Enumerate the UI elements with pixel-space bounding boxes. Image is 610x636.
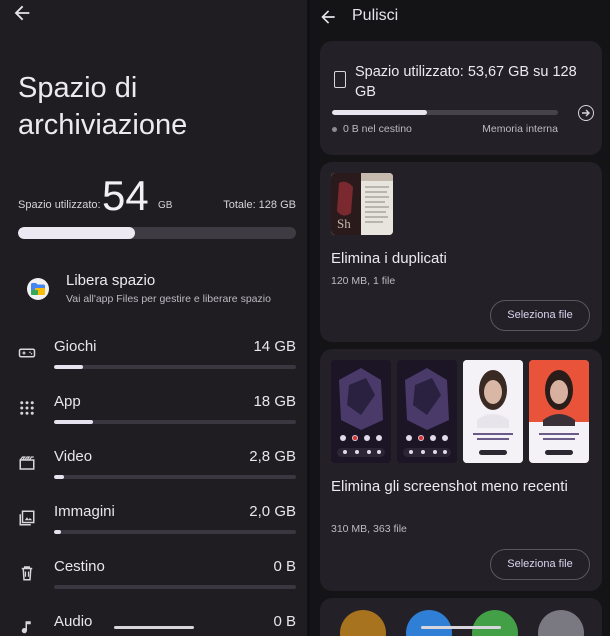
storage-usage-fill	[332, 110, 427, 115]
category-size: 0 B	[273, 558, 296, 575]
category-video[interactable]: Video 2,8 GB	[18, 448, 296, 488]
old-screenshots-card: Elimina gli screenshot meno recenti 310 …	[320, 349, 602, 591]
category-bar	[54, 585, 296, 589]
duplicates-meta: 120 MB, 1 file	[331, 275, 396, 287]
page-title: Spazio di archiviazione	[18, 72, 188, 141]
free-space-subtitle: Vai all'app Files per gestire e liberare…	[66, 293, 271, 305]
category-bar-fill	[54, 475, 64, 479]
used-space-summary: Spazio utilizzato: 54 GB Totale: 128 GB	[18, 172, 296, 219]
video-icon	[19, 456, 35, 470]
gesture-nav-bar	[114, 626, 194, 629]
storage-usage-bar	[332, 110, 558, 115]
category-size: 18 GB	[253, 393, 296, 410]
arrow-right-circle-icon[interactable]	[578, 105, 594, 121]
used-space-unit: GB	[158, 200, 173, 211]
files-app-icon	[27, 278, 49, 300]
screenshots-meta: 310 MB, 363 file	[331, 523, 407, 535]
category-name: Video	[54, 448, 93, 465]
back-arrow-icon[interactable]	[318, 7, 338, 27]
app-icon[interactable]	[472, 610, 518, 636]
duplicate-file-thumbnail[interactable]: Sh	[331, 173, 393, 235]
category-name: Audio	[54, 613, 93, 630]
free-space-title: Libera spazio	[66, 272, 156, 289]
screenshot-thumbnail[interactable]	[397, 360, 457, 463]
files-clean-panel: Pulisci Spazio utilizzato: 53,67 GB su 1…	[310, 0, 610, 636]
page-title: Pulisci	[352, 7, 399, 24]
svg-text:Sh: Sh	[337, 216, 351, 231]
apps-grid-icon	[20, 401, 34, 415]
select-duplicates-button[interactable]: Seleziona file	[490, 300, 590, 331]
used-space-label: Spazio utilizzato:	[18, 199, 101, 211]
storage-summary-card[interactable]: Spazio utilizzato: 53,67 GB su 128 GB 0 …	[320, 41, 602, 155]
category-size: 14 GB	[253, 338, 296, 355]
total-space-label: Totale: 128 GB	[223, 199, 296, 211]
used-space-value: 54	[102, 172, 149, 219]
category-size: 2,0 GB	[249, 503, 296, 520]
app-icon[interactable]	[538, 610, 584, 636]
app-icon[interactable]	[406, 610, 452, 636]
category-size: 0 B	[273, 613, 296, 630]
category-app[interactable]: App 18 GB	[18, 393, 296, 433]
duplicates-card: Sh Elimina i duplicati 120 MB, 1 file Se…	[320, 162, 602, 342]
duplicates-title: Elimina i duplicati	[331, 250, 447, 267]
select-screenshots-button[interactable]: Seleziona file	[490, 549, 590, 580]
trash-size-text: 0 B nel cestino	[343, 123, 412, 135]
gamepad-icon	[18, 348, 36, 358]
app-icon[interactable]	[340, 610, 386, 636]
category-name: App	[54, 393, 81, 410]
screenshot-thumbnail[interactable]	[529, 360, 589, 463]
category-name: Immagini	[54, 503, 115, 520]
screenshot-thumbnail[interactable]	[463, 360, 523, 463]
phone-icon	[334, 71, 346, 88]
screenshots-title: Elimina gli screenshot meno recenti	[331, 478, 568, 495]
next-suggestion-card	[320, 598, 602, 636]
category-name: Giochi	[54, 338, 97, 355]
category-bar	[54, 530, 296, 534]
free-space-item[interactable]: Libera spazio Vai all'app Files per gest…	[18, 268, 298, 312]
category-name: Cestino	[54, 558, 105, 575]
category-bar	[54, 365, 296, 369]
storage-settings-panel: Spazio di archiviazione Spazio utilizzat…	[0, 0, 307, 636]
category-bar	[54, 420, 296, 424]
category-immagini[interactable]: Immagini 2,0 GB	[18, 503, 296, 543]
back-arrow-icon[interactable]	[11, 2, 33, 24]
screenshot-thumbnail[interactable]	[331, 360, 391, 463]
storage-usage-bar	[18, 227, 296, 239]
trash-dot-icon	[332, 127, 337, 132]
image-icon	[19, 510, 35, 526]
storage-used-text: Spazio utilizzato: 53,67 GB su 128 GB	[355, 64, 577, 100]
storage-usage-fill	[18, 227, 135, 239]
category-size: 2,8 GB	[249, 448, 296, 465]
gesture-nav-bar	[421, 626, 501, 629]
category-cestino[interactable]: Cestino 0 B	[18, 558, 296, 598]
category-bar	[54, 475, 296, 479]
category-audio[interactable]: Audio 0 B	[18, 613, 296, 636]
internal-memory-label: Memoria interna	[482, 123, 558, 135]
category-giochi[interactable]: Giochi 14 GB	[18, 338, 296, 378]
music-note-icon	[21, 621, 31, 634]
category-bar-fill	[54, 530, 62, 534]
trash-icon	[21, 566, 33, 581]
category-bar-fill	[54, 365, 84, 369]
category-bar-fill	[54, 420, 93, 424]
